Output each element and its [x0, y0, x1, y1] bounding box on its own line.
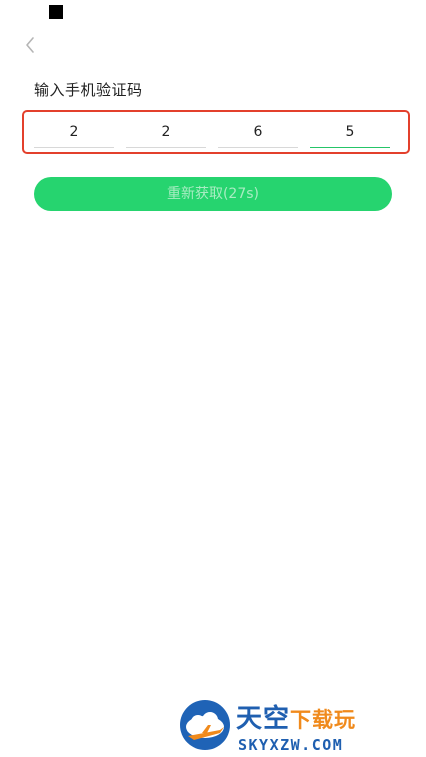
verification-code-box: 2 2 6 5 [22, 110, 410, 154]
page-title: 输入手机验证码 [34, 81, 143, 99]
code-digit-field-3[interactable]: 6 [218, 120, 298, 148]
watermark-brand-main: 天空 [236, 704, 291, 734]
watermark-url: SKYXZW.COM [238, 736, 344, 754]
chevron-left-icon [26, 37, 34, 53]
back-button[interactable] [18, 32, 42, 58]
site-watermark: 天空下载玩 SKYXZW.COM [180, 698, 424, 756]
code-digit-field-4[interactable]: 5 [310, 120, 390, 148]
watermark-logo-icon [180, 700, 230, 750]
status-indicator-icon [49, 5, 63, 19]
code-digit-field-1[interactable]: 2 [34, 120, 114, 148]
code-digit-field-2[interactable]: 2 [126, 120, 206, 148]
watermark-brand-accent: 下载玩 [290, 708, 357, 732]
watermark-brand: 天空下载玩 [236, 698, 356, 735]
verification-screen: 输入手机验证码 2 2 6 5 重新获取(27s) 天空下载玩 SKYXZW.C… [0, 0, 426, 757]
resend-code-button[interactable]: 重新获取(27s) [34, 177, 392, 211]
